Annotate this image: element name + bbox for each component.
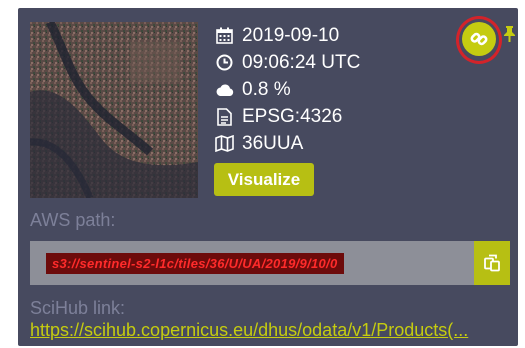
link-button[interactable] bbox=[462, 22, 496, 56]
aws-path-value: s3://sentinel-s2-l1c/tiles/36/U/UA/2019/… bbox=[46, 252, 344, 274]
date-row: 2019-09-10 bbox=[214, 22, 360, 49]
map-icon bbox=[214, 134, 234, 154]
aws-path-label: AWS path: bbox=[30, 210, 116, 230]
link-icon bbox=[470, 32, 488, 46]
scene-card: 2019-09-10 09:06:24 UTC 0.8 % EPSG:4326 … bbox=[18, 8, 518, 346]
pin-icon[interactable] bbox=[504, 26, 515, 45]
cloud-row: 0.8 % bbox=[214, 76, 360, 103]
tile-value: 36UUA bbox=[242, 132, 304, 154]
scene-metadata: 2019-09-10 09:06:24 UTC 0.8 % EPSG:4326 … bbox=[214, 22, 360, 157]
copy-button[interactable] bbox=[474, 241, 510, 285]
time-value: 09:06:24 UTC bbox=[242, 51, 361, 73]
scihub-link[interactable]: https://scihub.copernicus.eu/dhus/odata/… bbox=[30, 320, 510, 341]
clock-icon bbox=[214, 53, 234, 73]
crs-value: EPSG:4326 bbox=[242, 105, 343, 127]
scene-thumbnail[interactable] bbox=[30, 22, 198, 198]
cloud-icon bbox=[214, 80, 234, 100]
scihub-link-label: SciHub link: bbox=[30, 298, 126, 318]
document-icon bbox=[214, 107, 234, 127]
date-value: 2019-09-10 bbox=[242, 24, 340, 46]
calendar-icon bbox=[214, 26, 234, 46]
copy-icon bbox=[484, 254, 500, 272]
crs-row: EPSG:4326 bbox=[214, 103, 360, 130]
thumbnail-image bbox=[30, 22, 198, 198]
cloud-value: 0.8 % bbox=[242, 78, 291, 100]
tile-row: 36UUA bbox=[214, 130, 360, 157]
visualize-button[interactable]: Visualize bbox=[214, 163, 314, 196]
aws-path-field[interactable]: s3://sentinel-s2-l1c/tiles/36/U/UA/2019/… bbox=[30, 241, 474, 285]
time-row: 09:06:24 UTC bbox=[214, 49, 360, 76]
